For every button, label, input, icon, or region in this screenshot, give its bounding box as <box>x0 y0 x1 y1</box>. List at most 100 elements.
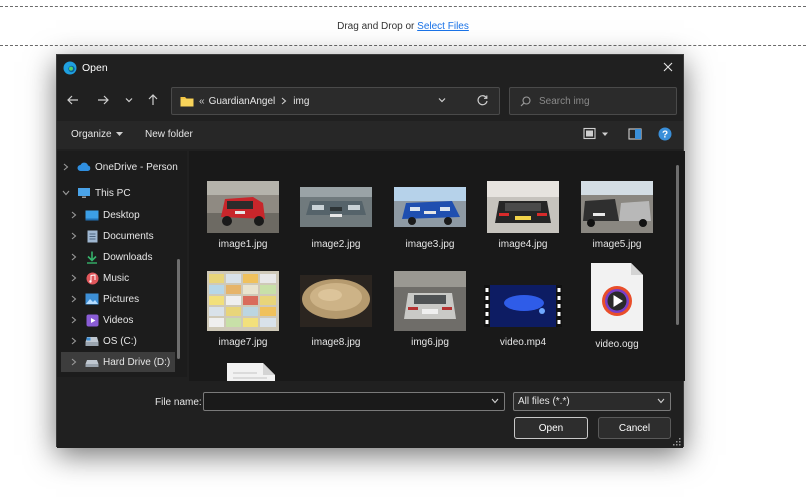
file-list-scrollbar[interactable] <box>676 165 679 325</box>
video-thumbnail <box>484 285 562 327</box>
arrow-left-icon <box>67 95 78 105</box>
chevron-right-icon <box>71 337 77 345</box>
file-item[interactable]: image5.jpg <box>573 181 661 250</box>
file-name: image1.jpg <box>218 239 268 250</box>
preview-pane-icon <box>628 128 642 140</box>
search-input[interactable] <box>539 95 659 107</box>
sidebar-item-label: Music <box>103 272 130 284</box>
file-list[interactable]: image1.jpg image2.jpg image3.jpg image4.… <box>189 151 685 381</box>
sidebar-item-documents[interactable]: Documents <box>69 226 187 246</box>
view-options-button[interactable] <box>583 127 609 144</box>
open-button[interactable]: Open <box>514 417 588 439</box>
up-button[interactable] <box>145 92 161 108</box>
help-button[interactable]: ? <box>658 127 672 144</box>
page-background: Drag and Drop or Select Files Open « Gua… <box>0 0 806 501</box>
file-item[interactable]: image8.jpg <box>292 271 380 348</box>
file-name: img6.jpg <box>411 337 449 348</box>
image-thumbnail <box>394 271 466 331</box>
help-icon: ? <box>658 127 672 141</box>
arrow-right-icon <box>98 95 109 105</box>
address-dropdown-button[interactable] <box>437 95 447 108</box>
resize-grip-icon[interactable] <box>673 438 681 446</box>
documents-icon <box>87 230 97 242</box>
drop-zone[interactable]: Drag and Drop or Select Files <box>0 6 806 46</box>
image-thumbnail <box>207 181 279 233</box>
computer-icon <box>78 188 90 198</box>
sidebar-item-label: OneDrive - Person <box>95 161 178 173</box>
file-name-input[interactable] <box>204 393 484 410</box>
dialog-title: Open <box>82 62 108 74</box>
file-item[interactable]: video.ogg <box>573 261 661 350</box>
search-box[interactable] <box>509 87 677 115</box>
sidebar-item-videos[interactable]: Videos <box>69 310 187 330</box>
new-folder-button[interactable]: New folder <box>145 129 193 140</box>
navigation-bar: « GuardianAngel img <box>57 85 683 117</box>
image-thumbnail <box>581 181 653 233</box>
chevron-down-icon <box>62 190 70 196</box>
breadcrumb-img[interactable]: img <box>293 96 309 107</box>
chevron-right-icon <box>71 253 77 261</box>
file-name-label: File name: <box>155 397 202 408</box>
preview-pane-button[interactable] <box>628 127 642 144</box>
select-files-link[interactable]: Select Files <box>417 21 469 32</box>
sidebar-item-downloads[interactable]: Downloads <box>69 247 187 267</box>
caret-down-icon <box>115 132 123 136</box>
file-name-combobox[interactable] <box>203 392 505 411</box>
sidebar-item-label: Documents <box>103 230 154 242</box>
open-file-dialog: Open « GuardianAngel img Search img Orga… <box>56 54 685 448</box>
chevron-right-icon <box>71 211 77 219</box>
arrow-up-icon <box>148 94 158 105</box>
chevron-right-icon <box>71 316 77 324</box>
file-name: image8.jpg <box>311 337 361 348</box>
sidebar-item-onedrive[interactable]: OneDrive - Person <box>61 157 187 177</box>
file-item[interactable]: image1.jpg <box>199 181 287 250</box>
view-icon <box>583 127 608 140</box>
chevron-right-icon <box>63 163 69 171</box>
breadcrumb-guardianangel[interactable]: GuardianAngel <box>209 96 276 107</box>
chevron-right-icon <box>71 358 77 366</box>
document-file-icon <box>227 363 275 381</box>
sidebar-item-label: Videos <box>103 314 134 326</box>
file-item[interactable]: video.mp4 <box>479 271 567 348</box>
file-item[interactable]: image7.jpg <box>199 271 287 348</box>
cancel-button[interactable]: Cancel <box>598 417 671 439</box>
sidebar-scrollbar[interactable] <box>177 259 180 359</box>
search-icon <box>520 95 531 106</box>
forward-button[interactable] <box>95 92 111 108</box>
file-item[interactable]: image3.jpg <box>386 181 474 250</box>
chevron-down-icon[interactable] <box>491 398 499 404</box>
image-thumbnail <box>394 187 466 227</box>
image-thumbnail <box>300 187 372 227</box>
organize-label: Organize <box>71 129 112 140</box>
file-type-select[interactable]: All files (*.*) <box>513 392 671 411</box>
downloads-icon <box>87 251 97 264</box>
address-bar[interactable]: « GuardianAngel img <box>171 87 500 115</box>
image-thumbnail <box>207 271 279 331</box>
sidebar-item-this-pc[interactable]: This PC <box>61 183 187 203</box>
sidebar-item-os-c[interactable]: OS (C:) <box>69 331 187 351</box>
file-item[interactable]: image4.jpg <box>479 181 567 250</box>
file-type-value: All files (*.*) <box>518 396 570 407</box>
sidebar-item-music[interactable]: Music <box>69 268 187 288</box>
back-button[interactable] <box>65 92 81 108</box>
title-bar[interactable]: Open <box>57 55 683 81</box>
close-button[interactable] <box>661 60 675 74</box>
sidebar-item-pictures[interactable]: Pictures <box>69 289 187 309</box>
svg-text:?: ? <box>662 130 668 141</box>
file-item-partial[interactable] <box>207 361 295 381</box>
chevron-down-icon <box>657 398 665 404</box>
file-item[interactable]: img6.jpg <box>386 271 474 348</box>
organize-menu-button[interactable]: Organize <box>71 129 123 140</box>
desktop-icon <box>85 210 99 220</box>
sidebar-item-desktop[interactable]: Desktop <box>69 205 187 225</box>
chevron-right-icon <box>71 295 77 303</box>
sidebar-item-hard-drive-d[interactable]: Hard Drive (D:) <box>61 352 175 372</box>
command-toolbar: Organize New folder ? <box>57 121 683 149</box>
media-file-icon <box>591 263 643 331</box>
navigation-pane[interactable]: OneDrive - Person This PC Desktop Docume… <box>57 151 187 377</box>
recent-locations-button[interactable] <box>121 92 137 108</box>
refresh-icon <box>477 95 488 106</box>
sidebar-item-label: Pictures <box>103 293 140 305</box>
file-item[interactable]: image2.jpg <box>292 181 380 250</box>
refresh-button[interactable] <box>476 94 489 110</box>
